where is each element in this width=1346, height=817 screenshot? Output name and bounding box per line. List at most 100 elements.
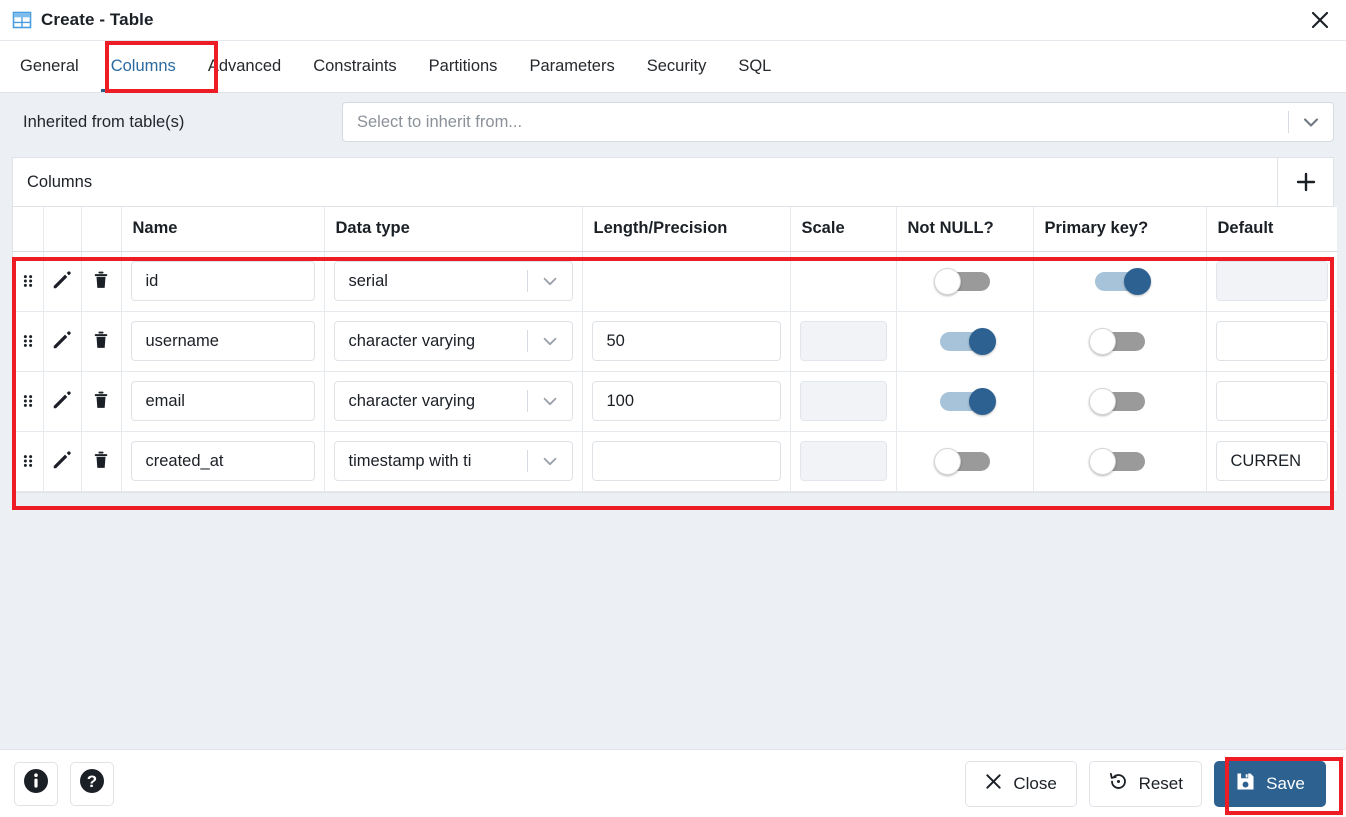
tab-columns[interactable]: Columns (95, 41, 192, 92)
save-floppy-icon (1235, 771, 1256, 797)
tab-parameters[interactable]: Parameters (513, 41, 630, 92)
close-icon[interactable] (1294, 0, 1346, 41)
trash-icon[interactable] (88, 387, 114, 413)
trash-icon[interactable] (88, 447, 114, 473)
inherited-from-row: Inherited from table(s) Select to inheri… (0, 93, 1346, 151)
pencil-icon[interactable] (49, 267, 75, 293)
not-null-toggle[interactable] (934, 328, 996, 355)
header-default: Default (1206, 207, 1337, 252)
primary-key-toggle[interactable] (1088, 448, 1151, 475)
pencil-icon[interactable] (49, 387, 75, 413)
drag-handle-icon[interactable] (15, 388, 41, 414)
drag-handle-icon[interactable] (15, 328, 41, 354)
row-edit-cell (43, 371, 82, 432)
tab-security[interactable]: Security (631, 41, 723, 92)
column-name-input[interactable]: created_at (130, 441, 315, 481)
columns-panel-header: Columns (13, 158, 1333, 207)
inherited-from-select[interactable]: Select to inherit from... (342, 102, 1334, 142)
svg-text:?: ? (87, 772, 97, 791)
column-name-input[interactable]: username (130, 321, 315, 361)
columns-panel: Columns Name Data type Length/Precision … (12, 157, 1337, 493)
not-null-toggle[interactable] (933, 448, 996, 475)
toggle-knob (933, 448, 961, 475)
chevron-down-icon[interactable] (528, 382, 572, 420)
cell-length: 50 (582, 311, 791, 372)
drag-handle-icon[interactable] (15, 448, 41, 474)
dialog-footer: ? Close Reset Save (0, 749, 1346, 817)
toggle-knob (933, 268, 961, 295)
data-type-select[interactable]: serial (333, 261, 573, 301)
length-input[interactable] (591, 441, 781, 481)
cell-data-type: serial (324, 251, 583, 312)
reset-button[interactable]: Reset (1088, 760, 1202, 807)
cell-primary-key (1033, 371, 1207, 432)
save-button[interactable]: Save (1214, 760, 1326, 807)
cell-not-null (896, 251, 1034, 312)
length-input[interactable]: 100 (591, 381, 781, 421)
cell-scale (790, 431, 897, 492)
cell-default (1206, 311, 1337, 372)
tab-partitions[interactable]: Partitions (413, 41, 514, 92)
pencil-icon[interactable] (49, 447, 75, 473)
trash-icon[interactable] (88, 327, 114, 353)
tab-general[interactable]: General (4, 41, 95, 92)
length-input-placeholder (592, 261, 781, 301)
inherited-from-placeholder: Select to inherit from... (357, 112, 523, 131)
not-null-toggle[interactable] (934, 388, 996, 415)
default-input[interactable] (1215, 321, 1328, 361)
scale-input (799, 321, 887, 361)
cell-data-type: timestamp with ti (324, 431, 583, 492)
inherited-from-label: Inherited from table(s) (23, 112, 185, 131)
row-drag-cell (13, 311, 44, 372)
tab-advanced[interactable]: Advanced (192, 41, 297, 92)
save-button-label: Save (1266, 773, 1305, 793)
header-name: Name (121, 207, 325, 252)
row-drag-cell (13, 431, 44, 492)
add-column-button[interactable] (1277, 158, 1333, 206)
cell-name: username (121, 311, 325, 372)
toggle-knob (1088, 328, 1116, 355)
cell-default (1206, 251, 1337, 312)
primary-key-toggle[interactable] (1088, 388, 1151, 415)
column-name-input[interactable]: email (130, 381, 315, 421)
chevron-down-icon[interactable] (1289, 103, 1333, 141)
chevron-down-icon[interactable] (528, 442, 572, 480)
primary-key-toggle[interactable] (1088, 328, 1151, 355)
chevron-down-icon[interactable] (528, 262, 572, 300)
row-edit-cell (43, 431, 82, 492)
data-type-select[interactable]: timestamp with ti (333, 441, 573, 481)
default-input[interactable] (1215, 381, 1328, 421)
tab-constraints[interactable]: Constraints (297, 41, 412, 92)
table-icon (12, 10, 32, 30)
length-input[interactable]: 50 (591, 321, 781, 361)
data-type-select[interactable]: character varying (333, 321, 573, 361)
cell-name: id (121, 251, 325, 312)
x-icon (984, 772, 1003, 796)
header-drag (13, 207, 44, 252)
data-type-value: timestamp with ti (348, 451, 472, 470)
cell-name: email (121, 371, 325, 432)
info-button[interactable] (14, 761, 58, 806)
help-button[interactable]: ? (70, 761, 114, 806)
table-row: email character varying 100 (13, 371, 1337, 432)
cell-data-type: character varying (324, 371, 583, 432)
cell-scale (790, 371, 897, 432)
primary-key-toggle[interactable] (1089, 268, 1151, 295)
scale-input (799, 381, 887, 421)
trash-icon[interactable] (88, 267, 114, 293)
info-icon (23, 768, 49, 799)
pencil-icon[interactable] (49, 327, 75, 353)
data-type-value: serial (348, 271, 388, 290)
drag-handle-icon[interactable] (15, 268, 41, 294)
tab-sql[interactable]: SQL (722, 41, 787, 92)
cell-primary-key (1033, 251, 1207, 312)
data-type-select[interactable]: character varying (333, 381, 573, 421)
default-input[interactable]: CURREN (1215, 441, 1328, 481)
chevron-down-icon[interactable] (528, 322, 572, 360)
not-null-toggle[interactable] (933, 268, 996, 295)
cell-data-type: character varying (324, 311, 583, 372)
column-name-input[interactable]: id (130, 261, 315, 301)
header-length: Length/Precision (582, 207, 791, 252)
close-button[interactable]: Close (964, 760, 1077, 807)
header-delete (81, 207, 122, 252)
